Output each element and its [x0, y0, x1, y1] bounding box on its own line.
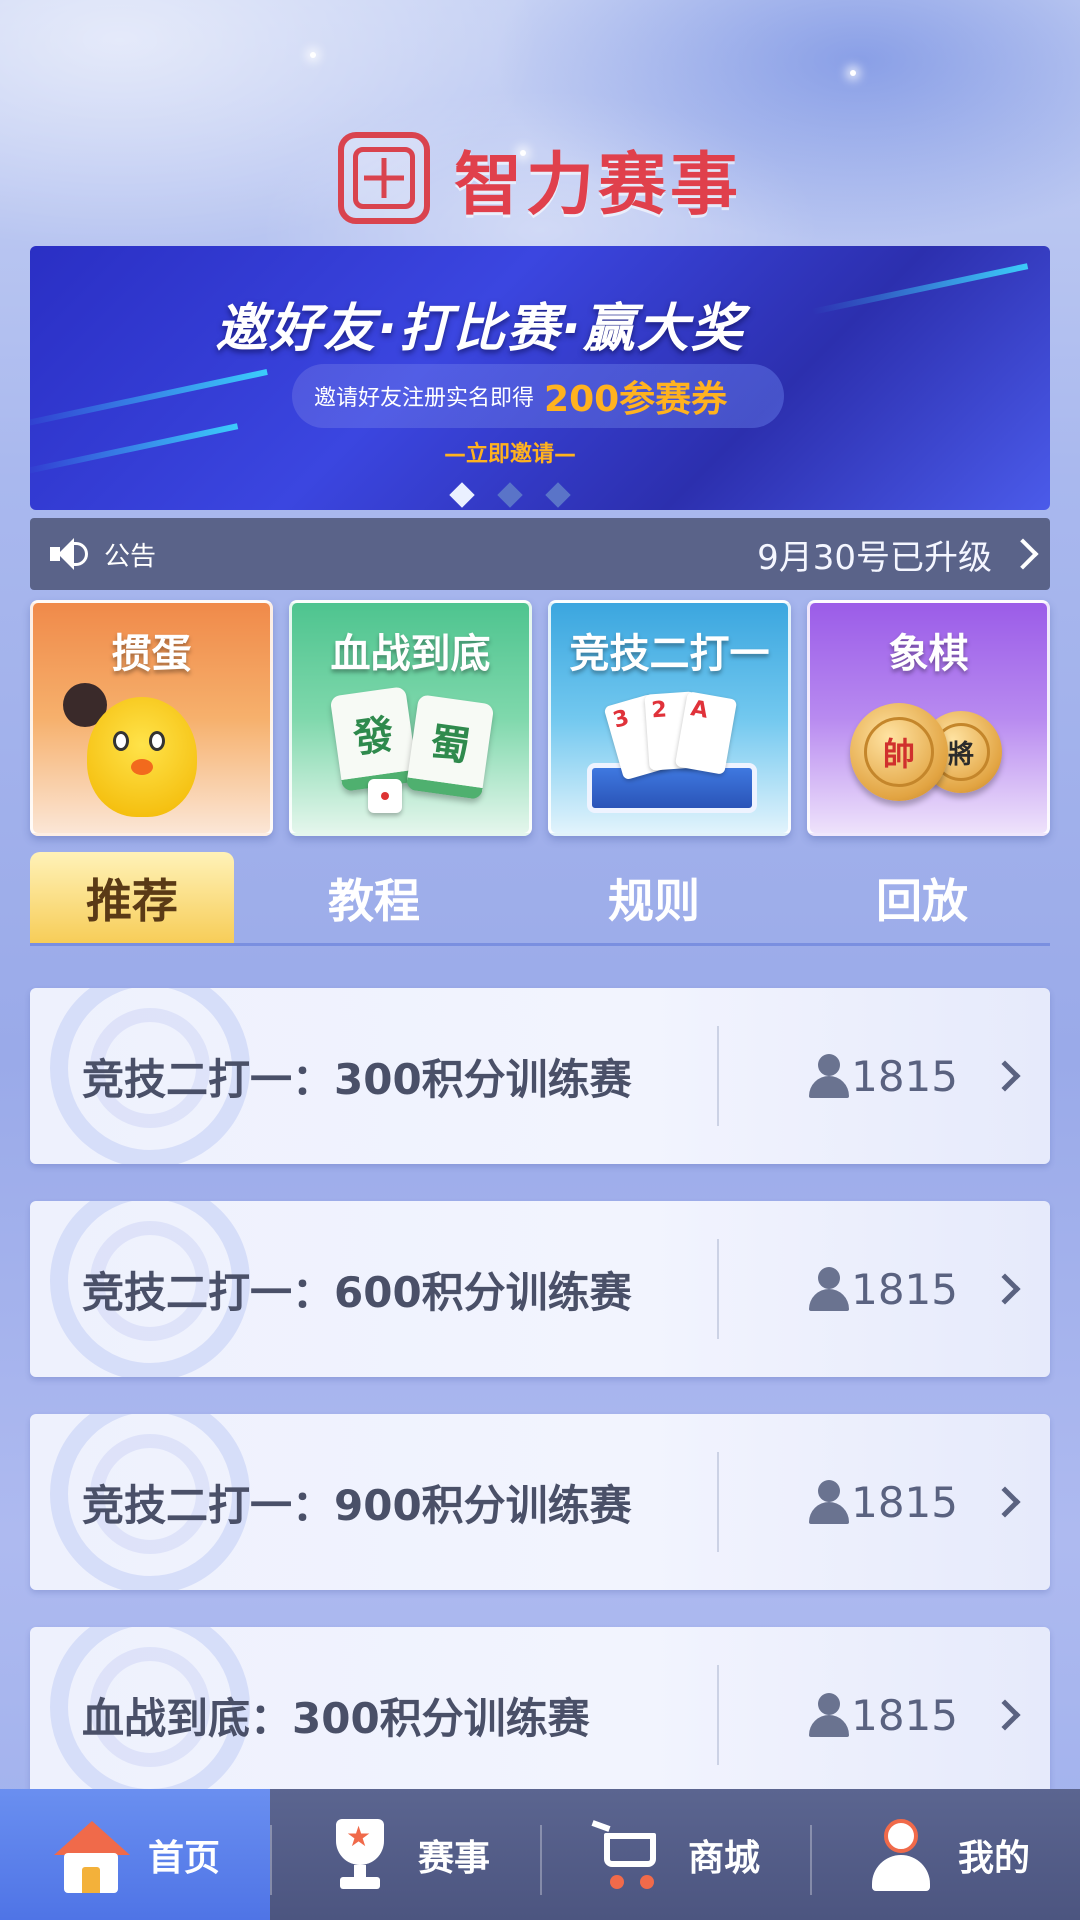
chevron-right-icon — [989, 1060, 1021, 1092]
carousel-dots — [30, 482, 1050, 508]
announcement-text: 9月30号已升级 — [757, 537, 992, 578]
user-icon — [860, 1815, 940, 1895]
list-item[interactable]: 竞技二打一：300积分训练赛 1815 — [30, 988, 1050, 1164]
player-count: 1815 — [851, 1051, 958, 1101]
game-card-xuezhan[interactable]: 血战到底 發 蜀 — [289, 600, 532, 836]
match-title: 竞技二打一：300积分训练赛 — [82, 1054, 632, 1104]
mahjong-tile-illustration: 發 — [329, 686, 419, 792]
game-card-title: 竞技二打一 — [569, 631, 770, 677]
mahjong-tile-illustration: 蜀 — [405, 694, 495, 800]
nav-events[interactable]: ★ 赛事 — [270, 1789, 540, 1920]
match-list: 竞技二打一：300积分训练赛 1815 竞技二打一：600积分训练赛 1815 … — [30, 988, 1050, 1840]
nav-shop[interactable]: 商城 — [540, 1789, 810, 1920]
nav-profile[interactable]: 我的 — [810, 1789, 1080, 1920]
banner-reward-pill: 邀请好友注册实名即得 200参赛券 — [292, 364, 784, 428]
divider — [717, 1026, 720, 1126]
nav-home[interactable]: 首页 — [0, 1789, 270, 1920]
divider — [717, 1239, 720, 1339]
game-card-xiangqi[interactable]: 象棋 將 帥 — [807, 600, 1050, 836]
list-item[interactable]: 血战到底：300积分训练赛 1815 — [30, 1627, 1050, 1803]
nav-label: 商城 — [687, 1837, 760, 1879]
banner-stripe — [30, 369, 268, 429]
promo-banner[interactable]: 邀好友·打比赛·赢大奖 邀请好友注册实名即得 200参赛券 —立即邀请— — [30, 246, 1050, 510]
player-count: 1815 — [851, 1690, 958, 1740]
match-title: 竞技二打一：600积分训练赛 — [82, 1267, 632, 1317]
bottom-navigation: 首页 ★ 赛事 商城 我的 — [0, 1789, 1080, 1920]
player-count: 1815 — [851, 1477, 958, 1527]
dice-illustration — [368, 779, 402, 813]
carousel-dot-3[interactable] — [545, 482, 571, 508]
user-icon — [809, 1693, 850, 1737]
carousel-dot-1[interactable] — [449, 482, 475, 508]
divider — [717, 1665, 720, 1765]
carousel-dot-2[interactable] — [497, 482, 523, 508]
card-deck-illustration — [587, 763, 757, 813]
sparkle-decoration — [850, 70, 856, 76]
chevron-right-icon[interactable] — [1007, 538, 1039, 570]
chick-illustration — [87, 697, 197, 817]
list-item[interactable]: 竞技二打一：600积分训练赛 1815 — [30, 1201, 1050, 1377]
player-count: 1815 — [851, 1264, 958, 1314]
chevron-right-icon — [989, 1273, 1021, 1305]
user-icon — [809, 1054, 850, 1098]
nav-label: 赛事 — [417, 1837, 490, 1879]
match-title: 血战到底：300积分训练赛 — [82, 1693, 590, 1743]
tab-recommend[interactable]: 推荐 — [30, 852, 234, 943]
nav-label: 首页 — [147, 1837, 220, 1879]
game-card-title: 象棋 — [888, 631, 969, 677]
game-category-grid: 掼蛋 血战到底 發 蜀 竞技二打一 3 2 A 象棋 將 帥 — [30, 600, 1050, 836]
tab-replay[interactable]: 回放 — [794, 852, 1050, 943]
chevron-right-icon — [989, 1699, 1021, 1731]
user-icon — [809, 1267, 850, 1311]
game-card-doudizhu[interactable]: 竞技二打一 3 2 A — [548, 600, 791, 836]
announcement-bar[interactable]: 公告 9月30号已升级 — [30, 518, 1050, 590]
content-tabs: 推荐 教程 规则 回放 — [30, 852, 1050, 946]
tab-tutorial[interactable]: 教程 — [234, 852, 514, 943]
trophy-icon: ★ — [320, 1815, 400, 1895]
user-icon — [809, 1480, 850, 1524]
app-title: 智力赛事 — [453, 145, 742, 225]
sparkle-decoration — [310, 52, 316, 58]
banner-headline: 邀好友·打比赛·赢大奖 — [215, 299, 745, 359]
home-icon — [50, 1815, 130, 1895]
announcement-label: 公告 — [104, 541, 157, 572]
list-item[interactable]: 竞技二打一：900积分训练赛 1815 — [30, 1414, 1050, 1590]
chess-piece-illustration: 帥 — [850, 703, 948, 801]
grid-logo-icon — [337, 132, 430, 224]
game-card-title: 血战到底 — [330, 631, 491, 677]
invite-cta[interactable]: —立即邀请— — [30, 436, 1050, 468]
tab-rules[interactable]: 规则 — [514, 852, 794, 943]
banner-highlight: 200参赛券 — [544, 379, 728, 420]
cart-icon — [590, 1815, 670, 1895]
nav-label: 我的 — [957, 1837, 1030, 1879]
speaker-icon — [46, 534, 92, 574]
match-title: 竞技二打一：900积分训练赛 — [82, 1480, 632, 1530]
chevron-right-icon — [989, 1486, 1021, 1518]
game-card-title: 掼蛋 — [111, 631, 192, 677]
chess-piece-label: 帥 — [864, 717, 934, 787]
banner-sub-text: 邀请好友注册实名即得 — [314, 386, 535, 411]
divider — [717, 1452, 720, 1552]
game-card-guandan[interactable]: 掼蛋 — [30, 600, 273, 836]
app-header: 智力赛事 — [0, 128, 1080, 228]
